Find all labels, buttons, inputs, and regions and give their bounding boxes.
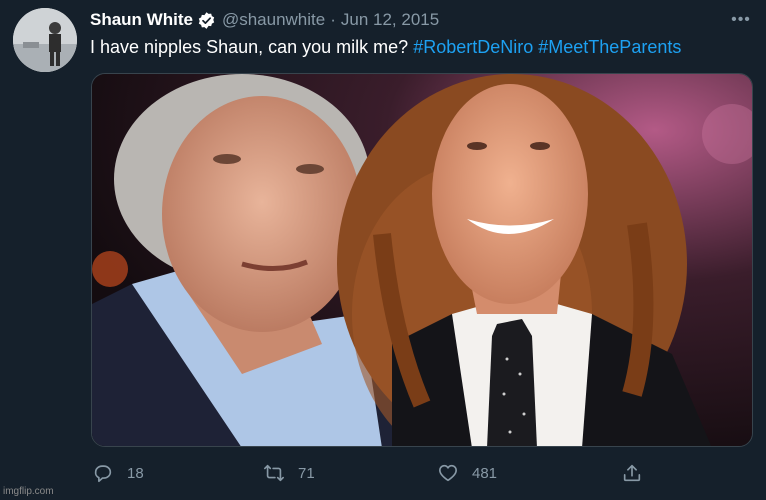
author-name[interactable]: Shaun White	[90, 10, 193, 30]
tweet-date[interactable]: Jun 12, 2015	[341, 10, 439, 30]
tweet-header: Shaun White @shaunwhite · Jun 12, 2015	[90, 9, 439, 31]
action-bar: 18 71 481	[0, 458, 766, 488]
tweet-photo[interactable]	[91, 73, 753, 447]
tweet-body: I have nipples Shaun, can you milk me?	[90, 37, 414, 57]
retweet-button[interactable]: 71	[263, 458, 315, 488]
share-icon	[623, 464, 641, 482]
like-count: 481	[472, 464, 498, 482]
hashtag-link[interactable]: #RobertDeNiro	[413, 37, 533, 57]
avatar[interactable]	[13, 8, 77, 72]
reply-count: 18	[127, 464, 144, 482]
retweet-icon	[264, 464, 284, 482]
hashtag-link[interactable]: #MeetTheParents	[538, 37, 681, 57]
verified-badge-icon	[198, 11, 215, 29]
separator-dot: ·	[330, 10, 336, 29]
tweet-card: Shaun White @shaunwhite · Jun 12, 2015 •…	[0, 0, 766, 500]
tweet-text: I have nipples Shaun, can you milk me? #…	[90, 37, 681, 58]
photo-image	[92, 74, 752, 446]
watermark: imgflip.com	[3, 486, 54, 497]
reply-icon	[94, 465, 112, 483]
heart-icon	[439, 464, 457, 482]
author-handle[interactable]: @shaunwhite	[222, 10, 325, 30]
more-icon[interactable]: •••	[728, 12, 754, 28]
reply-button[interactable]: 18	[92, 458, 144, 488]
like-button[interactable]: 481	[437, 458, 497, 488]
retweet-count: 71	[298, 464, 315, 482]
avatar-image	[13, 8, 77, 72]
share-button[interactable]	[621, 458, 656, 488]
